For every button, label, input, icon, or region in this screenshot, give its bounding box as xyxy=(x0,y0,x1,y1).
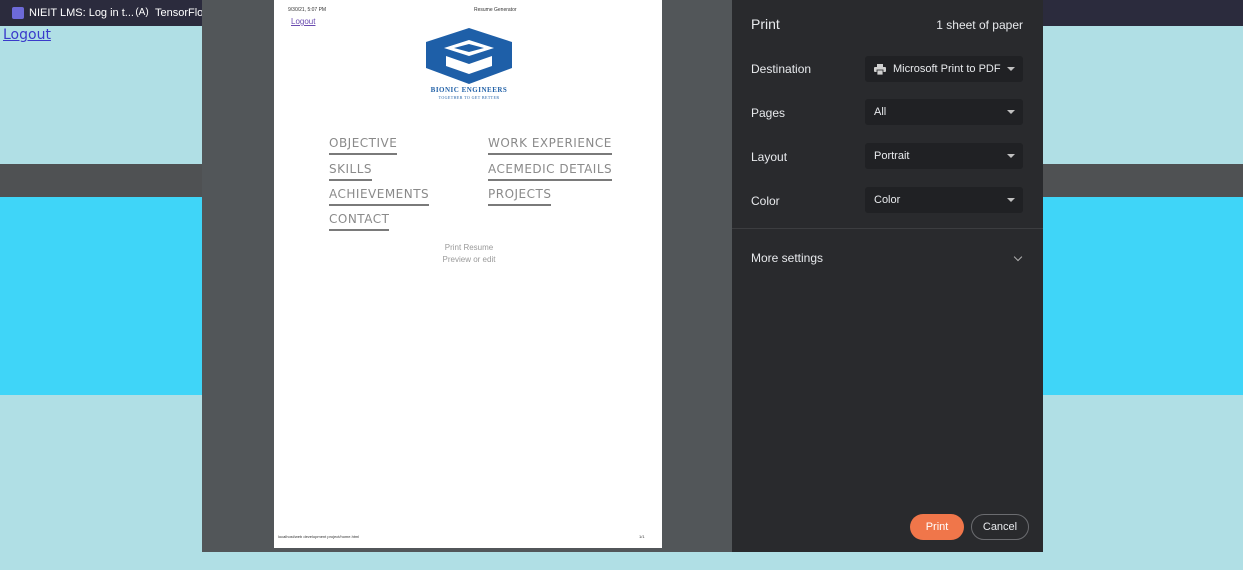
bookmark-label: NIEIT LMS: Log in t... xyxy=(29,7,134,19)
preview-header-date: 9/30/21, 5:07 PM xyxy=(288,7,327,13)
layout-value: Portrait xyxy=(874,150,910,162)
section-divider xyxy=(732,228,1043,229)
print-preview-page: 9/30/21, 5:07 PM Resume Generator Logout… xyxy=(274,0,662,548)
destination-value: Microsoft Print to PDF xyxy=(893,63,1001,75)
tensorflow-icon: (A) xyxy=(135,7,149,18)
preview-print-resume: Print Resume xyxy=(444,243,494,252)
preview-nav-skills: SKILLS xyxy=(329,162,373,181)
preview-preview-or-edit: Preview or edit xyxy=(442,255,496,264)
preview-nav-projects: PROJECTS xyxy=(488,187,552,206)
print-dialog: 9/30/21, 5:07 PM Resume Generator Logout… xyxy=(202,0,1043,552)
color-label: Color xyxy=(751,194,780,208)
print-button[interactable]: Print xyxy=(910,514,964,540)
background-logout-link[interactable]: Logout xyxy=(3,27,51,43)
layout-select[interactable]: Portrait xyxy=(865,143,1023,169)
destination-select[interactable]: Microsoft Print to PDF xyxy=(865,56,1023,82)
chevron-down-icon xyxy=(1007,198,1015,202)
bionic-engineers-logo xyxy=(426,28,512,84)
print-title: Print xyxy=(751,16,780,32)
preview-footer-page-number: 1/1 xyxy=(639,534,645,539)
sheet-count: 1 sheet of paper xyxy=(936,18,1023,32)
preview-nav-objective: OBJECTIVE xyxy=(329,136,398,155)
pages-value: All xyxy=(874,106,887,118)
preview-header-title: Resume Generator xyxy=(474,7,517,13)
more-settings-toggle[interactable]: More settings xyxy=(751,251,823,265)
color-select[interactable]: Color xyxy=(865,187,1023,213)
pages-label: Pages xyxy=(751,106,786,120)
preview-logout-link: Logout xyxy=(291,17,316,26)
chevron-down-icon[interactable] xyxy=(1013,252,1023,262)
print-settings-panel: Print 1 sheet of paper Destination Micro… xyxy=(732,0,1043,552)
pages-select[interactable]: All xyxy=(865,99,1023,125)
preview-nav-achievements: ACHIEVEMENTS xyxy=(329,187,430,206)
bookmark-tensorflow[interactable]: (A) TensorFlow xyxy=(134,0,211,26)
chevron-down-icon xyxy=(1007,67,1015,71)
preview-nav-academic-details: ACEMEDIC DETAILS xyxy=(488,162,613,181)
chevron-down-icon xyxy=(1007,110,1015,114)
preview-nav-work-experience: WORK EXPERIENCE xyxy=(488,136,612,155)
preview-brand-tagline: TOGETHER TO GET BETTER xyxy=(438,95,500,100)
printer-icon xyxy=(874,63,886,75)
preview-nav-contact: CONTACT xyxy=(329,212,390,231)
preview-footer-url: localhost/web development project/home.h… xyxy=(278,534,360,539)
bookmark-nieit-lms[interactable]: NIEIT LMS: Log in t... xyxy=(12,0,134,26)
color-value: Color xyxy=(874,194,901,206)
layout-label: Layout xyxy=(751,150,788,164)
cancel-button[interactable]: Cancel xyxy=(971,514,1029,540)
destination-label: Destination xyxy=(751,62,812,76)
chevron-down-icon xyxy=(1007,154,1015,158)
preview-brand-name: BIONIC ENGINEERS xyxy=(430,86,508,94)
lms-favicon-icon xyxy=(12,7,24,19)
